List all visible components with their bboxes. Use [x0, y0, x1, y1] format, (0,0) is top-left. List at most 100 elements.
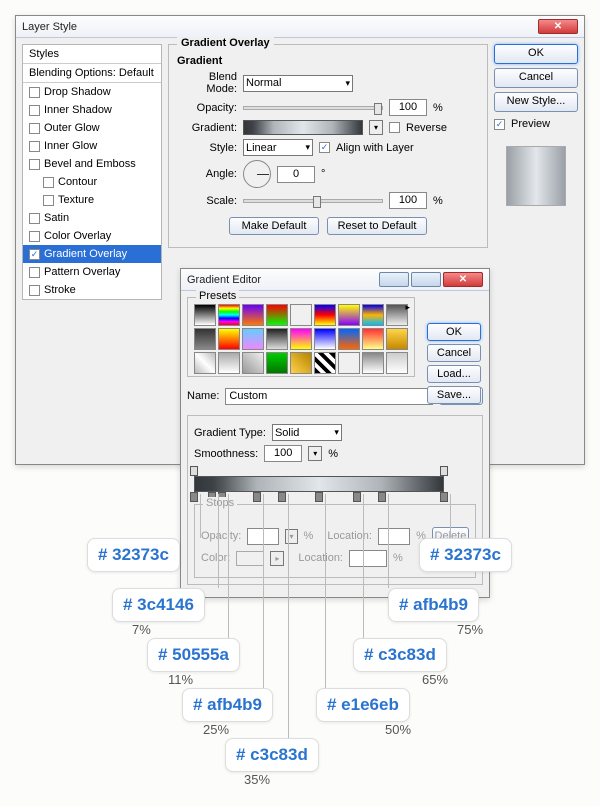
- style-item-gradient-overlay[interactable]: Gradient Overlay: [23, 245, 161, 263]
- preset-swatch[interactable]: [338, 352, 360, 374]
- preset-swatch[interactable]: [218, 328, 240, 350]
- color-stop[interactable]: [440, 492, 448, 502]
- ge-load-button[interactable]: Load...: [427, 365, 481, 383]
- color-stop[interactable]: [278, 492, 286, 502]
- layer-style-titlebar[interactable]: Layer Style ✕: [16, 16, 584, 38]
- preset-swatch[interactable]: [242, 352, 264, 374]
- style-item-texture[interactable]: Texture: [23, 191, 161, 209]
- style-item-inner-glow[interactable]: Inner Glow: [23, 137, 161, 155]
- scale-value[interactable]: 100: [389, 192, 427, 209]
- checkbox[interactable]: [43, 195, 54, 206]
- preset-swatch[interactable]: [218, 352, 240, 374]
- reverse-checkbox[interactable]: [389, 122, 400, 133]
- checkbox[interactable]: [29, 141, 40, 152]
- preset-swatch[interactable]: [290, 352, 312, 374]
- checkbox[interactable]: [29, 231, 40, 242]
- make-default-button[interactable]: Make Default: [229, 217, 319, 235]
- preset-swatch[interactable]: [386, 352, 408, 374]
- preset-swatch[interactable]: [362, 352, 384, 374]
- preset-swatch[interactable]: [194, 352, 216, 374]
- preset-swatch[interactable]: [338, 328, 360, 350]
- minimize-icon[interactable]: [379, 272, 409, 287]
- preset-swatch[interactable]: [290, 328, 312, 350]
- gradient-name-input[interactable]: Custom: [225, 388, 433, 405]
- checkbox[interactable]: [29, 213, 40, 224]
- style-item-satin[interactable]: Satin: [23, 209, 161, 227]
- angle-value[interactable]: 0: [277, 166, 315, 183]
- preset-swatch[interactable]: [242, 328, 264, 350]
- color-stop[interactable]: [253, 492, 261, 502]
- preset-swatch[interactable]: [386, 328, 408, 350]
- color-stop[interactable]: [378, 492, 386, 502]
- preset-swatch[interactable]: [338, 304, 360, 326]
- preset-grid[interactable]: [194, 304, 408, 374]
- smoothness-dropdown[interactable]: ▾: [308, 446, 322, 461]
- preset-swatch[interactable]: [314, 328, 336, 350]
- preset-swatch[interactable]: [218, 304, 240, 326]
- color-stop[interactable]: [315, 492, 323, 502]
- color-stop[interactable]: [353, 492, 361, 502]
- preset-swatch[interactable]: [194, 304, 216, 326]
- gradient-swatch[interactable]: [243, 120, 363, 135]
- styles-header: Styles: [23, 45, 161, 64]
- close-icon[interactable]: ✕: [538, 19, 578, 34]
- checkbox[interactable]: [29, 105, 40, 116]
- new-style-button[interactable]: New Style...: [494, 92, 578, 112]
- checkbox[interactable]: [29, 87, 40, 98]
- presets-menu-icon[interactable]: ▸: [405, 302, 410, 313]
- preset-swatch[interactable]: [314, 304, 336, 326]
- ok-button[interactable]: OK: [494, 44, 578, 64]
- reset-default-button[interactable]: Reset to Default: [327, 217, 427, 235]
- gradient-editor-titlebar[interactable]: Gradient Editor ✕: [181, 269, 489, 291]
- color-stop[interactable]: [190, 492, 198, 502]
- gradient-overlay-panel: Gradient Overlay Gradient Blend Mode: No…: [168, 44, 488, 300]
- preset-swatch[interactable]: [266, 328, 288, 350]
- style-item-drop-shadow[interactable]: Drop Shadow: [23, 83, 161, 101]
- ge-ok-button[interactable]: OK: [427, 323, 481, 341]
- style-item-contour[interactable]: Contour: [23, 173, 161, 191]
- gradient-label: Gradient:: [177, 122, 237, 134]
- scale-slider[interactable]: [243, 199, 383, 203]
- preset-swatch[interactable]: [266, 304, 288, 326]
- align-checkbox[interactable]: [319, 142, 330, 153]
- checkbox[interactable]: [29, 159, 40, 170]
- style-combo[interactable]: Linear: [243, 139, 313, 156]
- dialog-buttons: OK Cancel New Style... Preview: [494, 44, 578, 300]
- preset-swatch[interactable]: [290, 304, 312, 326]
- smoothness-value[interactable]: 100: [264, 445, 302, 462]
- cancel-button[interactable]: Cancel: [494, 68, 578, 88]
- preset-swatch[interactable]: [314, 352, 336, 374]
- gradient-picker-button[interactable]: ▾: [369, 120, 383, 135]
- maximize-icon[interactable]: [411, 272, 441, 287]
- blending-options-row[interactable]: Blending Options: Default: [23, 64, 161, 83]
- checkbox[interactable]: [29, 123, 40, 134]
- angle-dial[interactable]: [243, 160, 271, 188]
- style-item-inner-shadow[interactable]: Inner Shadow: [23, 101, 161, 119]
- opacity-stop[interactable]: [440, 466, 448, 476]
- ge-save-button[interactable]: Save...: [427, 386, 481, 404]
- style-item-outer-glow[interactable]: Outer Glow: [23, 119, 161, 137]
- opacity-value[interactable]: 100: [389, 99, 427, 116]
- style-item-bevel-and-emboss[interactable]: Bevel and Emboss: [23, 155, 161, 173]
- style-item-stroke[interactable]: Stroke: [23, 281, 161, 299]
- checkbox[interactable]: [43, 177, 54, 188]
- close-icon[interactable]: ✕: [443, 272, 483, 287]
- preset-swatch[interactable]: [242, 304, 264, 326]
- gradient-type-combo[interactable]: Solid: [272, 424, 342, 441]
- blend-mode-combo[interactable]: Normal: [243, 75, 353, 92]
- style-item-pattern-overlay[interactable]: Pattern Overlay: [23, 263, 161, 281]
- opacity-stop[interactable]: [190, 466, 198, 476]
- checkbox[interactable]: [29, 267, 40, 278]
- opacity-slider[interactable]: [243, 106, 383, 110]
- style-item-color-overlay[interactable]: Color Overlay: [23, 227, 161, 245]
- preset-swatch[interactable]: [362, 328, 384, 350]
- checkbox[interactable]: [29, 249, 40, 260]
- ge-cancel-button[interactable]: Cancel: [427, 344, 481, 362]
- preset-swatch[interactable]: [362, 304, 384, 326]
- checkbox[interactable]: [29, 285, 40, 296]
- preset-swatch[interactable]: [266, 352, 288, 374]
- preview-checkbox[interactable]: [494, 119, 505, 130]
- preset-swatch[interactable]: [194, 328, 216, 350]
- color-annotation: # c3c83d: [225, 738, 319, 772]
- stop-percent-label: 50%: [385, 722, 411, 737]
